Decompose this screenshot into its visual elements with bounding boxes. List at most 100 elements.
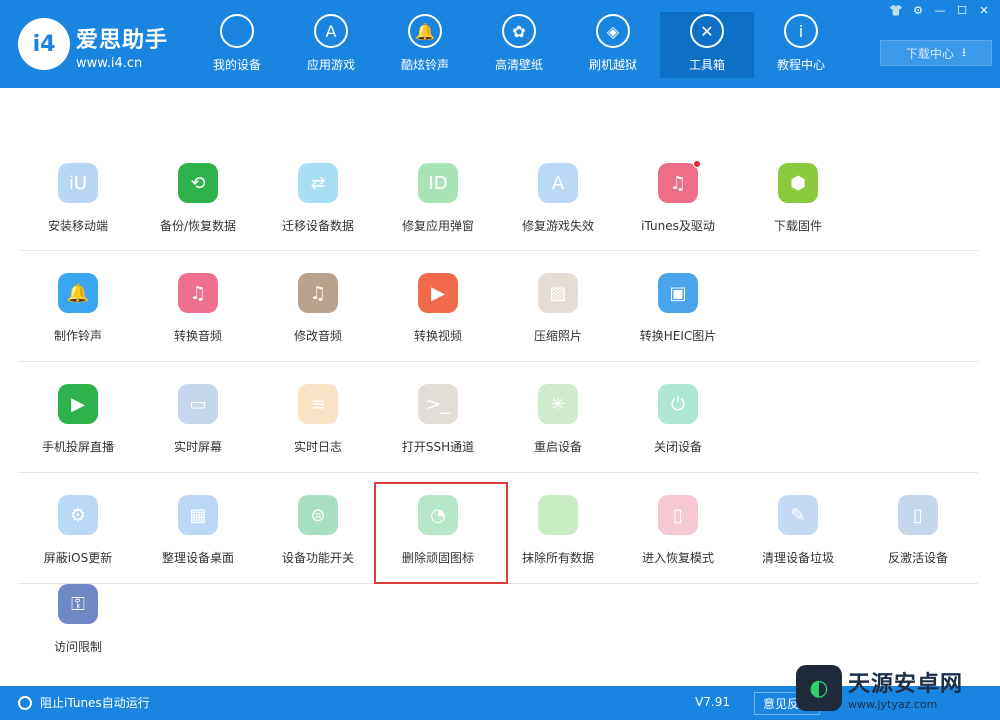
tool-item[interactable]: ▣ 转换HEIC图片	[618, 273, 738, 373]
nav-item-5[interactable]: ✕ 工具箱	[660, 12, 754, 78]
tool-item[interactable]: ⬢ 下载固件	[738, 163, 858, 263]
tool-item[interactable]: ♫ 转换音频	[138, 273, 258, 373]
tool-label: 进入恢复模式	[641, 551, 714, 565]
tool-label: 迁移设备数据	[281, 219, 354, 233]
tool-label: 关闭设备	[653, 440, 702, 454]
tool-item[interactable]: ▦ 整理设备桌面	[138, 495, 258, 595]
nav-item-3[interactable]: ✿ 高清壁纸	[472, 12, 566, 78]
tool-item[interactable]: ≡ 实时日志	[258, 384, 378, 484]
power-icon: ⏻	[658, 384, 698, 424]
tool-item[interactable]: 🔔 制作铃声	[18, 273, 138, 373]
tool-item[interactable]: ⟲ 备份/恢复数据	[138, 163, 258, 263]
tool-glyph: ✎	[790, 504, 806, 526]
maximize-icon[interactable]: ☐	[954, 4, 970, 18]
tool-item[interactable]: ▶ 转换视频	[378, 273, 498, 373]
cube-icon: ⬢	[778, 163, 818, 203]
tool-item[interactable]: ♫ iTunes及驱动	[618, 160, 738, 263]
log-icon: ≡	[298, 384, 338, 424]
tool-glyph: ⟲	[190, 172, 206, 194]
flower-icon: ✿	[502, 14, 536, 48]
app-logo: i4	[18, 18, 70, 70]
toggle-icon: ⊜	[298, 495, 338, 535]
tool-item[interactable]: ⊜ 设备功能开关	[258, 495, 378, 595]
tool-item[interactable]: ♫ 修改音频	[258, 273, 378, 373]
bell-icon: 🔔	[408, 14, 442, 48]
watermark-url: www.jytyaz.com	[848, 697, 938, 711]
main-nav: 我的设备 A 应用游戏 🔔 酷炫铃声 ✿ 高清壁纸 ◈ 刷机越狱 ✕ 工具箱 i 教程中心	[190, 12, 848, 88]
itunes-icon: ♫	[658, 160, 701, 203]
monitor-icon: ▭	[178, 384, 218, 424]
gear-icon[interactable]: ⚙	[910, 4, 926, 18]
tool-label: 压缩照片	[533, 329, 582, 343]
tool-glyph: ⬢	[790, 172, 806, 194]
itunes-autorun-toggle[interactable]: 阻止iTunes自动运行	[18, 694, 150, 711]
close-icon[interactable]: ✕	[976, 4, 992, 18]
tool-item[interactable]: ▶ 手机投屏直播	[18, 384, 138, 484]
bell-plus-icon: 🔔	[58, 273, 98, 313]
tool-label: 手机投屏直播	[41, 440, 114, 454]
tool-label: 整理设备桌面	[161, 551, 234, 565]
tool-item[interactable]: ▯ 反激活设备	[858, 495, 978, 595]
tool-row: 🔔 制作铃声 ♫ 转换音频 ♫ 修改音频 ▶ 转换视频 ▨ 压缩照片 ▣ 转换HEIC图片	[18, 251, 978, 362]
tool-item[interactable]: ⏻ 关闭设备	[618, 384, 738, 484]
tool-item[interactable]: 抹除所有数据	[498, 495, 618, 595]
nav-item-6[interactable]: i 教程中心	[754, 12, 848, 78]
tool-item[interactable]: ⚙ 屏蔽iOS更新	[18, 495, 138, 595]
download-center-label: 下载中心	[905, 46, 954, 61]
shirt-icon[interactable]: 👕	[888, 4, 904, 18]
box-icon: ◈	[596, 14, 630, 48]
tool-item[interactable]: ▨ 压缩照片	[498, 273, 618, 373]
tool-row: ▶ 手机投屏直播 ▭ 实时屏幕 ≡ 实时日志 >_ 打开SSH通道 ✳ 重启设备 ⏻ 关闭设备	[18, 362, 978, 473]
tool-item[interactable]: A 修复游戏失效	[498, 163, 618, 263]
tool-item[interactable]: >_ 打开SSH通道	[378, 384, 498, 484]
tool-glyph: 🔔	[66, 282, 90, 304]
tool-item[interactable]: iU 安装移动端	[18, 163, 138, 263]
tool-label: 反激活设备	[887, 551, 948, 565]
radio-circle-icon	[18, 695, 32, 710]
play-icon: ▶	[418, 273, 458, 313]
download-center-button[interactable]: 下载中心 ⭳	[880, 40, 992, 66]
tool-item[interactable]: ⚿ 访问限制	[18, 584, 138, 684]
tool-glyph: ▣	[669, 282, 687, 304]
tool-label: 实时屏幕	[173, 440, 222, 454]
screen-cast-icon: ▶	[58, 384, 98, 424]
nav-item-1[interactable]: A 应用游戏	[284, 12, 378, 78]
tool-glyph: ✳	[550, 393, 566, 415]
tool-glyph: ⊜	[310, 504, 326, 526]
tool-item[interactable]: ▯ 进入恢复模式	[618, 495, 738, 595]
minimize-icon[interactable]: —	[932, 4, 948, 18]
tool-glyph: ⇄	[310, 172, 326, 194]
nav-item-label: 应用游戏	[306, 58, 355, 72]
apple-icon	[538, 495, 578, 535]
notification-badge	[693, 160, 701, 168]
nav-item-0[interactable]: 我的设备	[190, 12, 284, 78]
info-icon: i	[784, 14, 818, 48]
app-name: 爱思助手	[76, 28, 169, 53]
tool-item[interactable]: ✎ 清理设备垃圾	[738, 495, 858, 595]
tool-item[interactable]: ✳ 重启设备	[498, 384, 618, 484]
tool-item[interactable]: ID 修复应用弹窗	[378, 163, 498, 263]
app-store-icon: A	[538, 163, 578, 203]
tool-item[interactable]: ⇄ 迁移设备数据	[258, 163, 378, 263]
tool-glyph: A	[551, 172, 565, 194]
tool-glyph: ♫	[669, 172, 687, 194]
tool-glyph: ID	[428, 172, 448, 194]
tool-item[interactable]: ▭ 实时屏幕	[138, 384, 258, 484]
watermark: ◐ 天源安卓网 www.jytyaz.com	[796, 660, 992, 716]
brand: 爱思助手 www.i4.cn	[76, 22, 168, 71]
app-store-icon: A	[314, 14, 348, 48]
phone-recovery-icon: ▯	[658, 495, 698, 535]
nav-item-2[interactable]: 🔔 酷炫铃声	[378, 12, 472, 78]
tools-icon: ✕	[690, 14, 724, 48]
key-icon: ⚿	[58, 584, 98, 624]
tool-label: 制作铃声	[53, 329, 102, 343]
tool-label: 实时日志	[293, 440, 342, 454]
nav-item-label: 我的设备	[212, 58, 261, 72]
tool-label: 屏蔽iOS更新	[43, 551, 113, 565]
tool-glyph: >_	[425, 393, 451, 415]
tool-glyph: ▨	[549, 282, 567, 304]
nav-item-4[interactable]: ◈ 刷机越狱	[566, 12, 660, 78]
photo-icon: ▨	[538, 273, 578, 313]
broom-icon: ✎	[778, 495, 818, 535]
nav-item-label: 刷机越狱	[588, 58, 637, 72]
